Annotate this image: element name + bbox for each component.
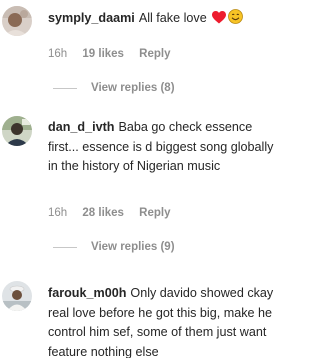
reply-button[interactable]: Reply: [139, 207, 170, 219]
reply-button[interactable]: Reply: [139, 48, 170, 60]
avatar[interactable]: [2, 6, 32, 36]
view-replies-label: View replies (9): [91, 241, 175, 253]
comment-likes[interactable]: 19 likes: [82, 48, 124, 60]
comment-username[interactable]: farouk_m00h: [48, 286, 126, 300]
comment-username[interactable]: dan_d_ivth: [48, 120, 114, 134]
view-replies-label: View replies (8): [91, 82, 175, 94]
comment-username[interactable]: symply_daami: [48, 11, 135, 25]
comment-meta: 16h 28 likes Reply: [48, 207, 183, 219]
view-replies-button[interactable]: View replies (8): [53, 82, 175, 94]
comment-body: symply_daami All fake love: [48, 9, 280, 31]
comment-time: 16h: [48, 207, 68, 219]
smiling-face-emoji: [228, 9, 244, 31]
view-replies-button[interactable]: View replies (9): [53, 241, 175, 253]
comment-body: dan_d_ivth Baba go check essence first...…: [48, 118, 280, 177]
avatar[interactable]: [2, 281, 32, 311]
comment-meta: 16h 19 likes Reply: [48, 48, 183, 60]
comment-time: 16h: [48, 48, 68, 60]
comment-body: farouk_m00h Only davido showed ckay real …: [48, 284, 280, 358]
replies-divider: [53, 87, 77, 89]
comments-feed: symply_daami All fake love 16h 19 likes R…: [0, 0, 284, 358]
avatar[interactable]: [2, 116, 32, 146]
replies-divider: [53, 246, 77, 248]
red-heart-emoji: [212, 11, 227, 31]
comment-likes[interactable]: 28 likes: [82, 207, 124, 219]
comment-text: All fake love: [138, 11, 207, 25]
